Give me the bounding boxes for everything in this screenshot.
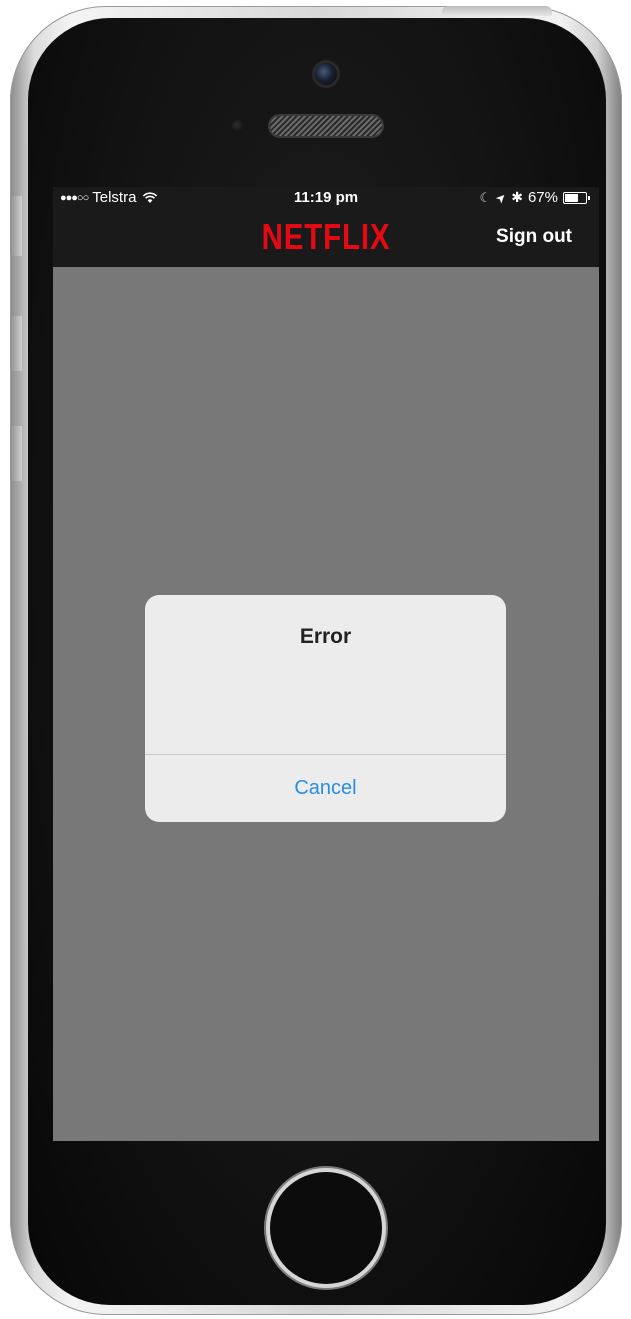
status-right: ☾ ➤ ✱ 67%: [480, 189, 591, 206]
nav-bar: NETFLIX Sign out: [53, 209, 599, 269]
battery-icon: [563, 191, 591, 204]
sign-out-button[interactable]: Sign out: [496, 226, 572, 248]
volume-down-button: [10, 426, 22, 481]
earpiece-speaker: [270, 116, 382, 136]
status-bar: ●●●○○ Telstra 11:19 pm ☾ ➤ ✱ 67%: [53, 187, 599, 209]
battery-fill: [565, 193, 578, 202]
battery-percent: 67%: [527, 189, 558, 206]
proximity-sensor: [232, 120, 244, 132]
alert-title: Error: [299, 625, 352, 648]
phone-screen: ●●●○○ Telstra 11:19 pm ☾ ➤ ✱ 67% NETFLIX…: [53, 187, 599, 1141]
cancel-button[interactable]: Cancel: [145, 755, 506, 822]
home-button[interactable]: [270, 1172, 382, 1284]
bluetooth-icon: ✱: [511, 189, 523, 205]
volume-up-button: [10, 316, 22, 371]
mute-switch: [10, 196, 22, 256]
battery-tip: [588, 195, 590, 200]
location-arrow-icon: ➤: [492, 188, 510, 207]
power-button: [442, 6, 552, 16]
error-alert-dialog: Error Cancel: [145, 595, 506, 822]
front-camera: [315, 63, 337, 85]
moon-icon: ☾: [479, 189, 492, 205]
netflix-logo: NETFLIX: [261, 216, 391, 257]
